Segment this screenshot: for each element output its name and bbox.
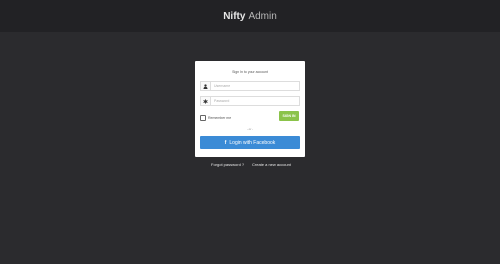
user-icon [200, 81, 210, 91]
facebook-login-button[interactable]: f Login with Facebook [200, 136, 300, 149]
brand-name: Nifty [223, 10, 246, 22]
or-separator: - or - [246, 127, 254, 131]
username-field [200, 81, 300, 91]
password-input[interactable] [210, 96, 300, 106]
asterisk-icon [200, 96, 210, 106]
remember-me: Remember me [200, 114, 231, 122]
top-bar: Nifty Admin [0, 0, 500, 32]
remember-checkbox[interactable] [200, 115, 206, 121]
facebook-button-label: Login with Facebook [229, 139, 276, 146]
facebook-icon: f [224, 139, 227, 146]
sign-in-button[interactable]: SIGN IN [279, 111, 299, 121]
password-field [200, 96, 300, 106]
forgot-password-link[interactable]: Forgot password ? [211, 162, 244, 167]
create-account-link[interactable]: Create a new account [252, 162, 291, 167]
login-panel: Sign In to your account Remember me SIGN… [195, 61, 305, 157]
username-input[interactable] [210, 81, 300, 91]
brand-suffix: Admin [248, 10, 277, 22]
footer-links: Forgot password ? Create a new account [0, 162, 500, 168]
remember-label: Remember me [208, 116, 232, 120]
login-title: Sign In to your account [232, 70, 268, 74]
